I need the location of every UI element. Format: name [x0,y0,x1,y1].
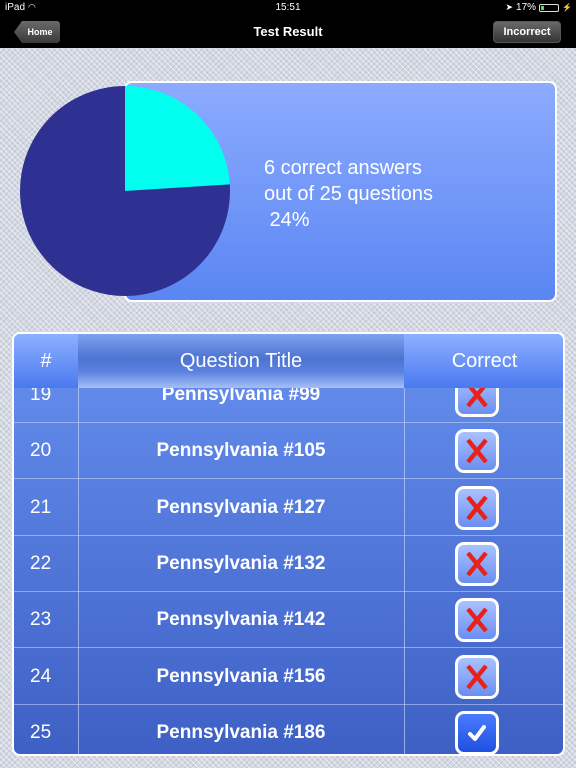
pie-slice-correct [125,86,230,191]
correct-checkmark-icon[interactable] [455,710,499,754]
navigation-bar: Home Test Result Incorrect [0,16,576,48]
summary-percent: 24% [264,209,310,231]
table-row[interactable]: 25 Pennsylvania #186 [14,705,563,754]
header-number: # [14,334,78,388]
column-divider [404,334,405,754]
incorrect-x-icon[interactable] [455,598,499,643]
table-row[interactable]: 23 Pennsylvania #142 [14,592,563,649]
column-divider [78,334,79,754]
question-title: Pennsylvania #127 [156,496,326,518]
header-correct: Correct [404,334,563,388]
incorrect-x-icon[interactable] [455,541,499,586]
header-question-title: Question Title [78,334,404,388]
question-title: Pennsylvania #186 [156,721,326,743]
results-table: # Question Title Correct 19 Pennsylvania … [12,332,565,756]
question-title: Pennsylvania #142 [156,609,326,631]
battery-icon [539,3,560,12]
question-title: Pennsylvania #156 [156,665,326,687]
question-number: 22 [30,552,52,574]
question-number: 21 [30,496,52,518]
incorrect-filter-button[interactable]: Incorrect [493,21,561,43]
clock: 15:51 [275,2,301,13]
table-row[interactable]: 22 Pennsylvania #132 [14,536,563,592]
incorrect-x-icon[interactable] [455,485,499,530]
table-row[interactable]: 21 Pennsylvania #127 [14,480,563,536]
page-title: Test Result [253,24,323,39]
question-number: 23 [30,609,52,631]
summary-correct-count: 6 correct answers [264,157,422,179]
table-row[interactable]: 20 Pennsylvania #105 [14,423,563,480]
question-number: 25 [30,721,52,743]
question-title: Pennsylvania #132 [156,552,326,574]
incorrect-x-icon[interactable] [455,654,499,699]
location-icon: ➤ [505,2,514,12]
summary-text: 6 correct answers out of 25 questions 24% [264,155,433,233]
status-right: ➤ 17% ⚡ [505,2,572,13]
table-header: # Question Title Correct [14,334,563,388]
question-title: Pennsylvania #105 [156,440,326,462]
status-bar: iPad ◠ 15:51 ➤ 17% ⚡ [0,0,576,16]
question-number: 20 [30,440,52,462]
question-number: 24 [30,665,52,687]
summary-total-questions: out of 25 questions [264,183,434,205]
charging-icon: ⚡ [562,3,572,12]
table-row[interactable]: 24 Pennsylvania #156 [14,649,563,705]
incorrect-x-icon[interactable] [455,429,499,474]
score-pie-chart [19,86,230,296]
battery-percent: 17% [516,2,537,13]
